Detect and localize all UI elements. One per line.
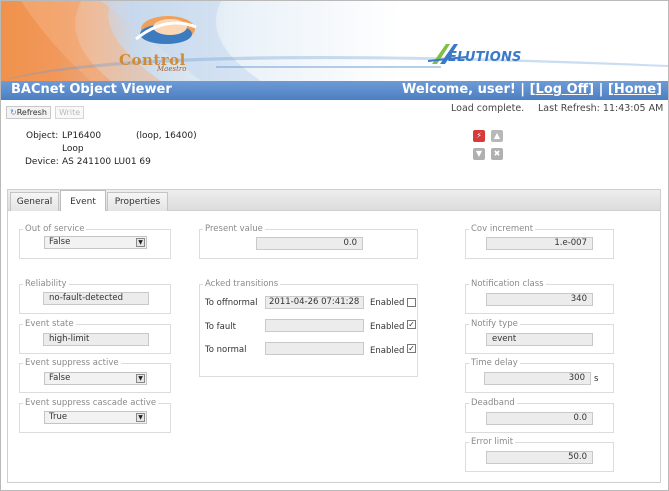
time-delay-field: 300 <box>484 372 591 385</box>
event-state-label: Event state <box>23 319 76 329</box>
present-value-field: 0.0 <box>256 237 363 250</box>
deadband-label: Deadband <box>469 398 517 408</box>
to-normal-field <box>265 342 364 355</box>
device-label: Device: <box>25 157 59 167</box>
event-suppress-cascade-label: Event suppress cascade active <box>23 398 159 408</box>
cov-increment-label: Cov increment <box>469 224 536 234</box>
control-maestro-logo-icon <box>135 16 197 44</box>
tab-event[interactable]: Event <box>60 190 106 212</box>
time-delay-label: Time delay <box>469 358 520 368</box>
tab-properties[interactable]: Properties <box>107 192 168 211</box>
object-type: Loop <box>62 144 84 154</box>
to-offnormal-label: To offnormal <box>205 298 258 308</box>
device-name: AS 241100 LU01 69 <box>62 157 151 167</box>
error-limit-field: 50.0 <box>486 451 593 464</box>
present-value-label: Present value <box>203 224 265 234</box>
to-normal-label: To normal <box>205 345 247 355</box>
to-normal-enabled-label: Enabled <box>370 346 405 356</box>
control-maestro-logo: Control Maestro <box>119 51 219 79</box>
alarm-icon: ⚡ <box>473 130 485 142</box>
out-of-service-select[interactable]: False ▼ <box>44 236 147 249</box>
to-fault-field <box>265 319 364 332</box>
title-bar: BACnet Object Viewer Welcome, user! | [L… <box>1 81 668 100</box>
log-off-link[interactable]: Log Off <box>536 82 589 97</box>
app-title: BACnet Object Viewer <box>11 82 172 97</box>
load-status: Load complete. <box>451 103 525 114</box>
notification-class-field: 340 <box>486 293 593 306</box>
solutions-logo: ELUTIONS <box>428 40 568 68</box>
reliability-label: Reliability <box>23 279 69 289</box>
notify-type-label: Notify type <box>469 319 520 329</box>
tab-general[interactable]: General <box>10 192 59 211</box>
time-delay-unit: s <box>594 374 599 384</box>
fault-icon: ▲ <box>491 130 503 142</box>
write-button[interactable]: Write <box>55 106 85 119</box>
refresh-icon: ↻ <box>10 108 17 117</box>
object-name: LP16400 <box>62 131 102 141</box>
nav-separator: ] <box>656 82 662 97</box>
acked-transitions-label: Acked transitions <box>203 279 281 289</box>
reliability-field: no-fault-detected <box>43 292 149 305</box>
header-banner: Control Maestro ELUTIONS <box>1 1 668 81</box>
chevron-down-icon: ▼ <box>136 413 145 422</box>
cov-increment-field: 1.e-007 <box>486 237 593 250</box>
welcome-text: Welcome, user! <box>402 82 516 97</box>
event-suppress-cascade-select[interactable]: True ▼ <box>44 411 147 424</box>
to-offnormal-field: 2011-04-26 07:41:28 <box>265 296 364 309</box>
event-suppress-active-value: False <box>49 373 71 383</box>
nav-separator: ] | [ <box>588 82 614 97</box>
to-offnormal-enabled-checkbox[interactable] <box>407 298 416 307</box>
object-label: Object: <box>26 131 59 141</box>
to-fault-enabled-label: Enabled <box>370 322 405 332</box>
event-suppress-cascade-value: True <box>49 412 68 422</box>
chevron-down-icon: ▼ <box>136 374 145 383</box>
refresh-button[interactable]: ↻Refresh <box>6 106 51 119</box>
to-fault-enabled-checkbox[interactable]: ✓ <box>407 320 416 329</box>
user-nav: Welcome, user! | [Log Off] | [Home] <box>402 82 662 97</box>
to-fault-label: To fault <box>205 322 236 332</box>
error-limit-label: Error limit <box>469 437 516 447</box>
notification-class-label: Notification class <box>469 279 546 289</box>
out-of-service-label: Out of service <box>23 224 87 234</box>
event-state-field: high-limit <box>43 333 149 346</box>
event-suppress-active-label: Event suppress active <box>23 358 121 368</box>
solutions-logo-text: ELUTIONS <box>448 50 522 65</box>
notify-type-field: event <box>486 333 593 346</box>
refresh-button-label: Refresh <box>16 108 47 117</box>
write-button-label: Write <box>59 108 81 117</box>
control-logo-sub: Maestro <box>157 65 187 73</box>
last-refresh-time: Last Refresh: 11:43:05 AM <box>538 103 664 114</box>
nav-separator: | [ <box>515 82 536 97</box>
to-normal-enabled-checkbox[interactable]: ✓ <box>407 344 416 353</box>
out-of-service-icon: ✖ <box>491 148 503 160</box>
object-id: (loop, 16400) <box>136 131 197 141</box>
out-of-service-value: False <box>49 237 71 247</box>
home-link[interactable]: Home <box>614 82 656 97</box>
overridden-icon: ▼ <box>473 148 485 160</box>
chevron-down-icon: ▼ <box>136 238 145 247</box>
deadband-field: 0.0 <box>486 412 593 425</box>
to-offnormal-enabled-label: Enabled <box>370 298 405 308</box>
event-suppress-active-select[interactable]: False ▼ <box>44 372 147 385</box>
